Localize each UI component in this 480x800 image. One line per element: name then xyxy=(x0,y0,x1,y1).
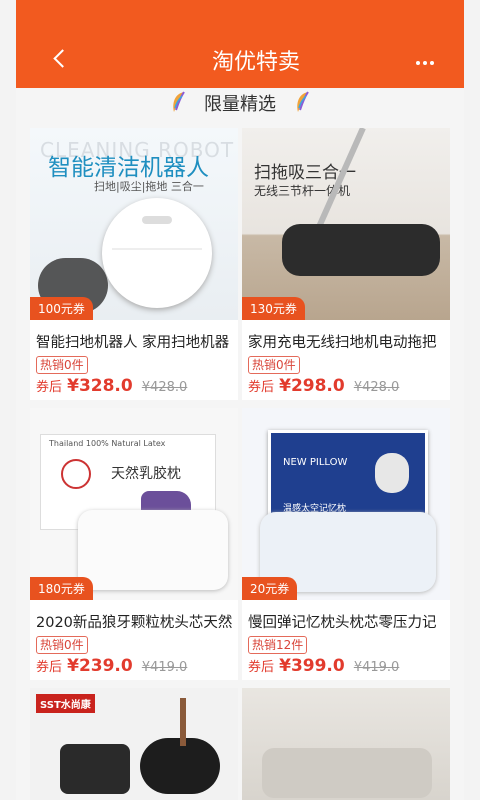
price-row: 券后 ¥328.0 ¥428.0 xyxy=(36,376,187,396)
final-price: ¥328.0 xyxy=(67,376,133,396)
image-small-text: Thailand 100% Natural Latex xyxy=(49,439,166,448)
mop-head-graphic xyxy=(282,224,440,276)
coupon-badge: 180元券 xyxy=(30,577,93,600)
product-image: Thailand 100% Natural Latex 天然乳胶枕 180元券 xyxy=(30,408,238,600)
image-headline: 智能清洁机器人 xyxy=(48,155,209,181)
price-row: 券后 ¥239.0 ¥419.0 xyxy=(36,656,187,676)
final-price: ¥399.0 xyxy=(279,656,345,676)
feather-icon xyxy=(297,91,309,112)
price-row: 券后 ¥399.0 ¥419.0 xyxy=(248,656,399,676)
price-prefix: 券后 xyxy=(36,660,63,675)
product-name: 2020新品狼牙颗粒枕头芯天然 xyxy=(36,615,233,631)
image-box-text: NEW PILLOW xyxy=(283,457,348,468)
blanket-graphic xyxy=(262,748,432,798)
product-card[interactable]: CLEANING ROBOT 智能清洁机器人 扫地|吸尘|拖地 三合一 100元… xyxy=(30,128,238,400)
back-icon[interactable] xyxy=(50,43,72,73)
more-icon[interactable] xyxy=(416,50,442,66)
price-row: 券后 ¥298.0 ¥428.0 xyxy=(248,376,399,396)
coupon-badge: 20元券 xyxy=(242,577,298,600)
product-name: 家用充电无线扫地机电动拖把 xyxy=(248,335,437,351)
product-card[interactable]: 扫拖吸三合一 无线三节杆一体机 130元券 家用充电无线扫地机电动拖把 热销0件… xyxy=(242,128,450,400)
coupon-badge: 100元券 xyxy=(30,297,93,320)
product-image: SST水尚康 xyxy=(30,688,238,800)
sales-badge: 热销0件 xyxy=(36,636,88,654)
price-prefix: 券后 xyxy=(248,660,275,675)
original-price: ¥428.0 xyxy=(353,380,400,395)
product-image xyxy=(242,688,450,800)
pan-graphic xyxy=(140,738,220,794)
page-title: 淘优特卖 xyxy=(211,50,300,75)
product-feed: 限量精选 CLEANING ROBOT 智能清洁机器人 扫地|吸尘|拖地 三合一… xyxy=(16,88,464,800)
sales-badge: 热销12件 xyxy=(248,636,308,654)
section-header: 限量精选 xyxy=(16,88,464,122)
pot-graphic xyxy=(60,744,130,794)
final-price: ¥239.0 xyxy=(67,656,133,676)
price-prefix: 券后 xyxy=(248,380,275,395)
product-card[interactable] xyxy=(242,688,450,800)
original-price: ¥428.0 xyxy=(141,380,188,395)
sales-badge: 热销0件 xyxy=(36,356,88,374)
product-card[interactable]: Thailand 100% Natural Latex 天然乳胶枕 180元券 … xyxy=(30,408,238,680)
sales-badge: 热销0件 xyxy=(248,356,300,374)
brand-badge: SST水尚康 xyxy=(36,694,95,713)
original-price: ¥419.0 xyxy=(353,660,400,675)
product-image: CLEANING ROBOT 智能清洁机器人 扫地|吸尘|拖地 三合一 100元… xyxy=(30,128,238,320)
pan-handle-graphic xyxy=(180,698,186,746)
product-card[interactable]: SST水尚康 xyxy=(30,688,238,800)
product-image: 扫拖吸三合一 无线三节杆一体机 130元券 xyxy=(242,128,450,320)
latex-pillow-graphic xyxy=(78,510,228,590)
price-prefix: 券后 xyxy=(36,380,63,395)
final-price: ¥298.0 xyxy=(279,376,345,396)
image-subtext: 扫地|吸尘|拖地 三合一 xyxy=(94,180,204,193)
product-name: 慢回弹记忆枕头枕芯零压力记 xyxy=(248,615,437,631)
original-price: ¥419.0 xyxy=(141,660,188,675)
coupon-badge: 130元券 xyxy=(242,297,305,320)
section-title: 限量精选 xyxy=(204,94,276,115)
robot-vacuum-graphic xyxy=(102,198,212,308)
product-image: NEW PILLOW 温感太空记忆枕 20元券 xyxy=(242,408,450,600)
image-box-text: 天然乳胶枕 xyxy=(111,466,181,482)
app-header: 淘优特卖 xyxy=(16,0,464,88)
product-name: 智能扫地机器人 家用扫地机器 xyxy=(36,335,230,351)
product-card[interactable]: NEW PILLOW 温感太空记忆枕 20元券 慢回弹记忆枕头枕芯零压力记 热销… xyxy=(242,408,450,680)
